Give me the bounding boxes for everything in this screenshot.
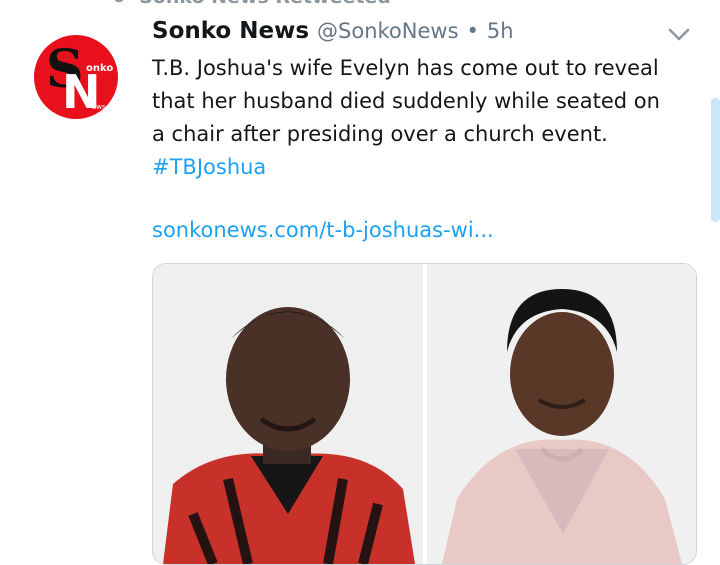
photo-evelyn-art [426, 264, 696, 564]
photo-evelyn-joshua[interactable] [426, 264, 696, 564]
handle[interactable]: @SonkoNews [317, 19, 459, 43]
tweet-header: Sonko News @SonkoNews • 5h [152, 18, 514, 50]
photo-tb-joshua-art [153, 264, 423, 564]
photo-tb-joshua[interactable] [153, 264, 423, 564]
tweet-text: T.B. Joshua's wife Evelyn has come out t… [152, 52, 672, 184]
chevron-down-icon[interactable] [666, 22, 692, 48]
article-link[interactable]: sonkonews.com/t-b-joshuas-wi... [152, 218, 494, 242]
hashtag-link[interactable]: #TBJoshua [152, 155, 266, 179]
separator-dot: • [466, 19, 479, 43]
avatar-small-bottom: ews [92, 103, 106, 111]
avatar[interactable]: S onko N ews [34, 35, 118, 119]
tweet-body: T.B. Joshua's wife Evelyn has come out t… [152, 56, 660, 146]
retweet-context: ⟲ Sonko News Retweeted [110, 0, 391, 8]
media-grid [152, 263, 697, 565]
retweet-label: Sonko News Retweeted [139, 0, 391, 8]
display-name[interactable]: Sonko News [152, 18, 309, 44]
scrollbar-thumb[interactable] [711, 98, 720, 222]
timestamp[interactable]: 5h [487, 19, 514, 43]
retweet-icon: ⟲ [110, 0, 125, 8]
